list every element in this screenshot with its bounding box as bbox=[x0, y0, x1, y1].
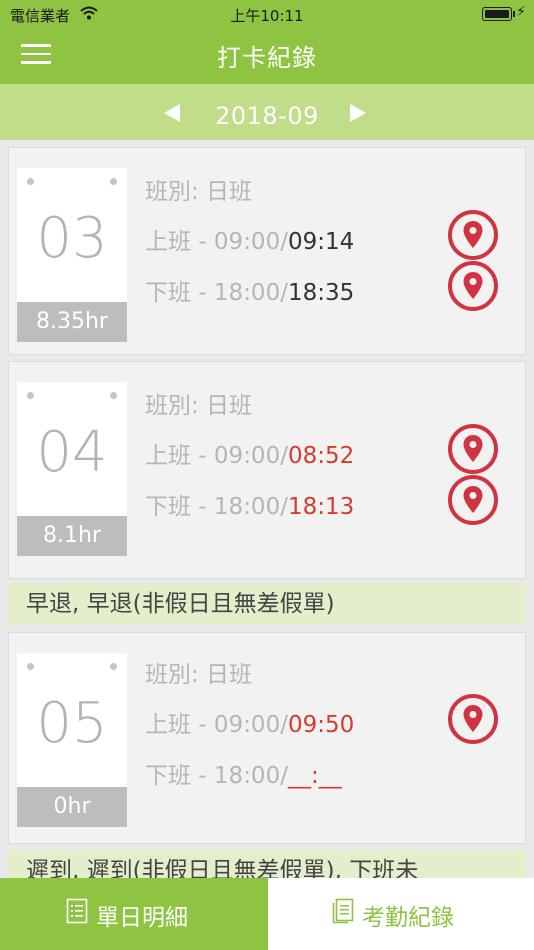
charging-icon: ⚡ bbox=[516, 4, 526, 20]
clock-in-line: 上班 - 09:00/09:50 bbox=[145, 712, 355, 738]
clock-out-line: 下班 - 18:00/__:__ bbox=[145, 763, 342, 789]
location-pin-icon[interactable] bbox=[447, 209, 499, 261]
record-card: 03 8.35hr 班別: 日班 上班 - 09:00/09:14 下班 - 1… bbox=[8, 147, 526, 355]
bottom-tab-bar: 單日明細 考勤紀錄 bbox=[0, 878, 534, 950]
clock-out-time: 18:35 bbox=[287, 280, 355, 306]
date-calendar: 04 8.1hr bbox=[17, 382, 127, 556]
attendance-screen: 電信業者 上午10:11 ⚡ 打卡紀錄 2018-09 03 8.35hr 班別… bbox=[0, 0, 534, 950]
page-title: 打卡紀錄 bbox=[217, 44, 317, 72]
date-calendar: 05 0hr bbox=[17, 653, 127, 827]
navigation-bar: 電信業者 上午10:11 ⚡ 打卡紀錄 bbox=[0, 0, 534, 84]
worked-hours: 0hr bbox=[17, 787, 127, 827]
record-card: 05 0hr 班別: 日班 上班 - 09:00/09:50 下班 - 18:0… bbox=[8, 632, 526, 844]
status-bar: 電信業者 上午10:11 ⚡ bbox=[0, 0, 534, 28]
clock-in-time: 09:14 bbox=[287, 229, 355, 255]
worked-hours: 8.1hr bbox=[17, 516, 127, 556]
date-calendar: 03 8.35hr bbox=[17, 168, 127, 342]
location-pin-icon[interactable] bbox=[447, 474, 499, 526]
clock-out-time: __:__ bbox=[287, 763, 342, 789]
clock-in-time: 09:50 bbox=[287, 712, 355, 738]
status-time: 上午10:11 bbox=[230, 7, 304, 25]
clock-out-line: 下班 - 18:00/18:13 bbox=[145, 494, 355, 520]
record-card: 04 8.1hr 班別: 日班 上班 - 09:00/08:52 下班 - 18… bbox=[8, 361, 526, 579]
clock-in-time: 08:52 bbox=[287, 443, 355, 469]
tab-attendance-record[interactable]: 考勤紀錄 bbox=[268, 878, 534, 950]
next-month-icon[interactable] bbox=[350, 104, 366, 122]
tab-daily-label: 單日明細 bbox=[96, 905, 188, 931]
shift-label: 班別: 日班 bbox=[145, 662, 253, 688]
clock-in-line: 上班 - 09:00/08:52 bbox=[145, 443, 355, 469]
battery-icon bbox=[482, 7, 515, 21]
location-pin-icon[interactable] bbox=[447, 260, 499, 312]
day-number: 05 bbox=[36, 691, 108, 756]
clock-out-time: 18:13 bbox=[287, 494, 355, 520]
day-number: 03 bbox=[36, 206, 108, 271]
shift-label: 班別: 日班 bbox=[145, 179, 253, 205]
worked-hours: 8.35hr bbox=[17, 302, 127, 342]
document-icon bbox=[332, 898, 354, 924]
month-label: 2018-09 bbox=[215, 102, 319, 130]
month-selector: 2018-09 bbox=[0, 84, 534, 140]
day-number: 04 bbox=[36, 420, 108, 485]
location-pin-icon[interactable] bbox=[447, 693, 499, 745]
attendance-note: 早退, 早退(非假日且無差假單) bbox=[8, 583, 526, 625]
location-pin-icon[interactable] bbox=[447, 423, 499, 475]
clock-in-line: 上班 - 09:00/09:14 bbox=[145, 229, 355, 255]
shift-label: 班別: 日班 bbox=[145, 393, 253, 419]
tab-daily-detail[interactable]: 單日明細 bbox=[0, 878, 268, 950]
tab-attendance-label: 考勤紀錄 bbox=[362, 905, 454, 931]
clock-out-line: 下班 - 18:00/18:35 bbox=[145, 280, 355, 306]
list-icon bbox=[66, 898, 88, 924]
